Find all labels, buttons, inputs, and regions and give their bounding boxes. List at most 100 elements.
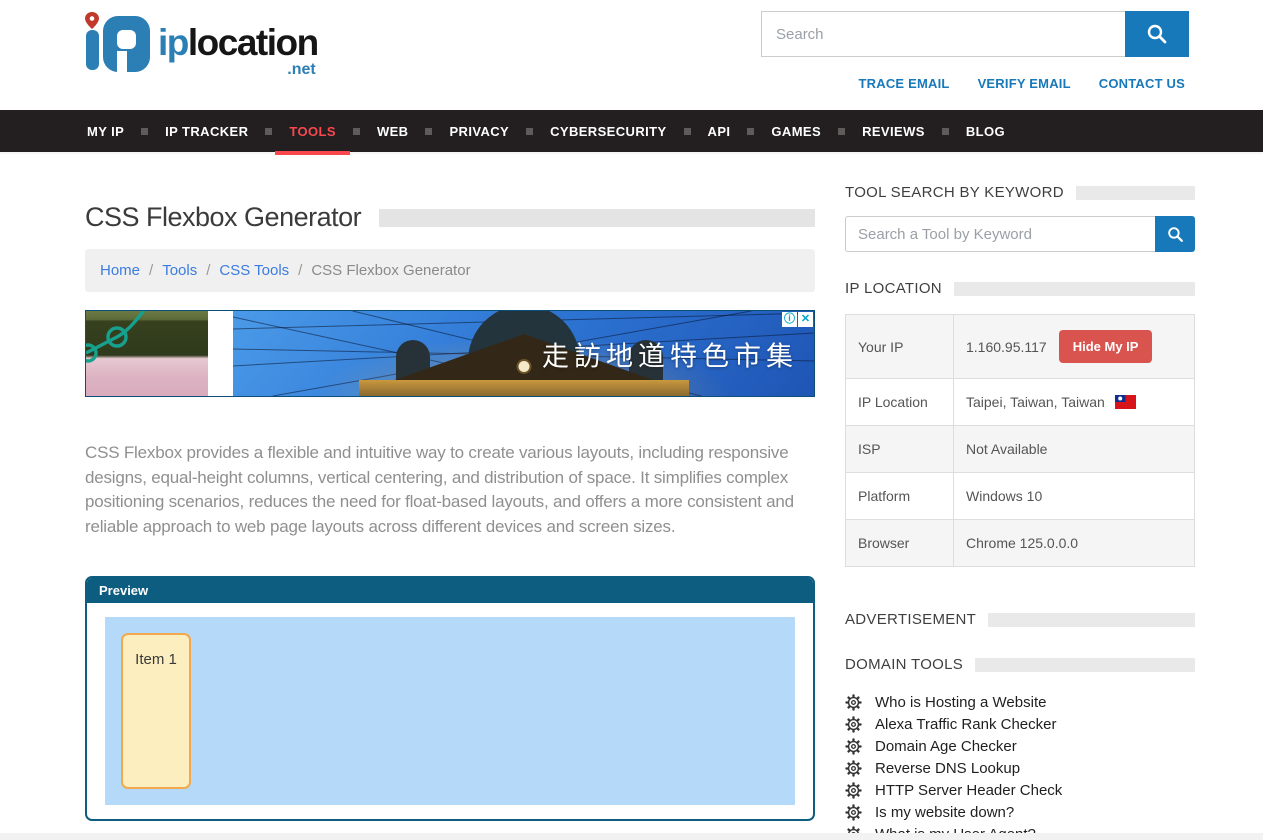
header-search-input[interactable] bbox=[761, 11, 1125, 57]
ad-main-image: 走訪地道特色市集 ⓘ ✕ bbox=[233, 311, 814, 396]
browser-value: Chrome 125.0.0.0 bbox=[954, 520, 1195, 567]
search-icon bbox=[1145, 22, 1169, 46]
contact-us-link[interactable]: CONTACT US bbox=[1099, 76, 1185, 91]
trace-email-link[interactable]: TRACE EMAIL bbox=[859, 76, 950, 91]
nav-item-web[interactable]: WEB bbox=[375, 109, 411, 153]
tool-description: CSS Flexbox provides a flexible and intu… bbox=[85, 441, 815, 540]
nav-item-privacy[interactable]: PRIVACY bbox=[447, 109, 511, 153]
nav-item-ip-tracker[interactable]: IP TRACKER bbox=[163, 109, 250, 153]
domain-tools-list: Who is Hosting a Website Alexa Traffic R… bbox=[845, 691, 1195, 840]
nav-separator bbox=[353, 128, 360, 135]
list-item-who-is-hosting[interactable]: Who is Hosting a Website bbox=[845, 691, 1195, 713]
advertisement-heading: ADVERTISEMENT bbox=[845, 611, 976, 628]
breadcrumb-separator: / bbox=[206, 262, 210, 279]
logo-location-text: location bbox=[188, 22, 318, 63]
heading-decoration-bar bbox=[1076, 186, 1195, 200]
gear-icon bbox=[845, 804, 862, 821]
gear-icon bbox=[845, 738, 862, 755]
site-header: iplocation .net TRACE EMAIL VERIFY EMAIL… bbox=[0, 0, 1263, 110]
breadcrumb-css-tools[interactable]: CSS Tools bbox=[219, 262, 289, 279]
table-row: Platform Windows 10 bbox=[846, 473, 1195, 520]
heading-decoration-bar bbox=[954, 282, 1195, 296]
table-row: Your IP 1.160.95.117 Hide My IP bbox=[846, 315, 1195, 379]
title-decoration-bar bbox=[379, 209, 815, 227]
adchoices-icon[interactable]: ⓘ bbox=[782, 312, 797, 327]
heading-decoration-bar bbox=[988, 613, 1195, 627]
nav-item-my-ip[interactable]: MY IP bbox=[85, 109, 126, 153]
header-search bbox=[761, 11, 1189, 57]
nav-separator bbox=[141, 128, 148, 135]
nav-separator bbox=[526, 128, 533, 135]
search-icon bbox=[1166, 225, 1185, 244]
logo-net-text: .net bbox=[287, 62, 315, 78]
ad-close-icon[interactable]: ✕ bbox=[798, 312, 813, 327]
heading-decoration-bar bbox=[975, 658, 1195, 672]
page-title: CSS Flexbox Generator bbox=[85, 202, 361, 233]
ip-info-table: Your IP 1.160.95.117 Hide My IP IP Locat… bbox=[845, 314, 1195, 567]
nav-separator bbox=[265, 128, 272, 135]
site-logo[interactable]: iplocation .net bbox=[78, 10, 318, 74]
ip-row-label: Browser bbox=[846, 520, 954, 567]
domain-tools-heading: DOMAIN TOOLS bbox=[845, 656, 963, 673]
flex-preview-item: Item 1 bbox=[121, 633, 191, 789]
isp-value: Not Available bbox=[954, 426, 1195, 473]
taiwan-flag-icon bbox=[1115, 395, 1136, 409]
nav-separator bbox=[747, 128, 754, 135]
ad-banner[interactable]: 走訪地道特色市集 ⓘ ✕ bbox=[85, 310, 815, 397]
page-content: CSS Flexbox Generator Home / Tools / CSS… bbox=[0, 154, 1263, 840]
table-row: Browser Chrome 125.0.0.0 bbox=[846, 520, 1195, 567]
iplocation-logo-icon bbox=[78, 10, 154, 74]
list-item-http-header[interactable]: HTTP Server Header Check bbox=[845, 779, 1195, 801]
breadcrumb: Home / Tools / CSS Tools / CSS Flexbox G… bbox=[85, 249, 815, 292]
list-item-alexa-rank[interactable]: Alexa Traffic Rank Checker bbox=[845, 713, 1195, 735]
list-item-reverse-dns[interactable]: Reverse DNS Lookup bbox=[845, 757, 1195, 779]
preview-body: Item 1 bbox=[87, 603, 813, 819]
nav-item-api[interactable]: API bbox=[706, 109, 733, 153]
main-nav: MY IP IP TRACKER TOOLS WEB PRIVACY CYBER… bbox=[0, 110, 1263, 154]
tool-search-button[interactable] bbox=[1155, 216, 1195, 252]
ip-row-label: ISP bbox=[846, 426, 954, 473]
gear-icon bbox=[845, 782, 862, 799]
table-row: IP Location Taipei, Taiwan, Taiwan bbox=[846, 379, 1195, 426]
nav-separator bbox=[838, 128, 845, 135]
main-column: CSS Flexbox Generator Home / Tools / CSS… bbox=[85, 184, 815, 840]
ad-gap bbox=[208, 311, 233, 396]
sidebar: TOOL SEARCH BY KEYWORD IP LOCATION Your … bbox=[845, 184, 1195, 840]
tool-search bbox=[845, 216, 1195, 252]
hide-my-ip-button[interactable]: Hide My IP bbox=[1059, 330, 1153, 363]
nav-separator bbox=[425, 128, 432, 135]
table-row: ISP Not Available bbox=[846, 426, 1195, 473]
ip-location-heading: IP LOCATION bbox=[845, 280, 942, 297]
list-item-website-down[interactable]: Is my website down? bbox=[845, 801, 1195, 823]
breadcrumb-separator: / bbox=[298, 262, 302, 279]
ip-location-value: Taipei, Taiwan, Taiwan bbox=[966, 394, 1105, 410]
nav-separator bbox=[684, 128, 691, 135]
preview-panel: Preview Item 1 bbox=[85, 576, 815, 821]
ip-row-label: IP Location bbox=[846, 379, 954, 426]
ad-clock bbox=[516, 359, 531, 374]
tool-search-input[interactable] bbox=[845, 216, 1155, 252]
header-search-button[interactable] bbox=[1125, 11, 1189, 57]
breadcrumb-current: CSS Flexbox Generator bbox=[311, 262, 470, 279]
nav-item-blog[interactable]: BLOG bbox=[964, 109, 1007, 153]
nav-item-games[interactable]: GAMES bbox=[769, 109, 823, 153]
breadcrumb-home[interactable]: Home bbox=[100, 262, 140, 279]
nav-separator bbox=[942, 128, 949, 135]
list-item-domain-age[interactable]: Domain Age Checker bbox=[845, 735, 1195, 757]
your-ip-value: 1.160.95.117 bbox=[966, 339, 1047, 355]
nav-item-tools[interactable]: TOOLS bbox=[287, 109, 338, 153]
logo-wordmark: iplocation .net bbox=[158, 24, 318, 61]
tool-search-heading: TOOL SEARCH BY KEYWORD bbox=[845, 184, 1064, 201]
preview-panel-title: Preview bbox=[87, 578, 813, 603]
nav-item-cybersecurity[interactable]: CYBERSECURITY bbox=[548, 109, 668, 153]
ad-route-graphic bbox=[86, 311, 208, 396]
gear-icon bbox=[845, 760, 862, 777]
verify-email-link[interactable]: VERIFY EMAIL bbox=[978, 76, 1071, 91]
breadcrumb-separator: / bbox=[149, 262, 153, 279]
breadcrumb-tools[interactable]: Tools bbox=[162, 262, 197, 279]
flex-preview-container: Item 1 bbox=[105, 617, 795, 805]
nav-item-reviews[interactable]: REVIEWS bbox=[860, 109, 927, 153]
ad-headline: 走訪地道特色市集 bbox=[542, 334, 798, 373]
ad-facade bbox=[359, 380, 689, 396]
logo-ip-text: ip bbox=[158, 22, 188, 63]
